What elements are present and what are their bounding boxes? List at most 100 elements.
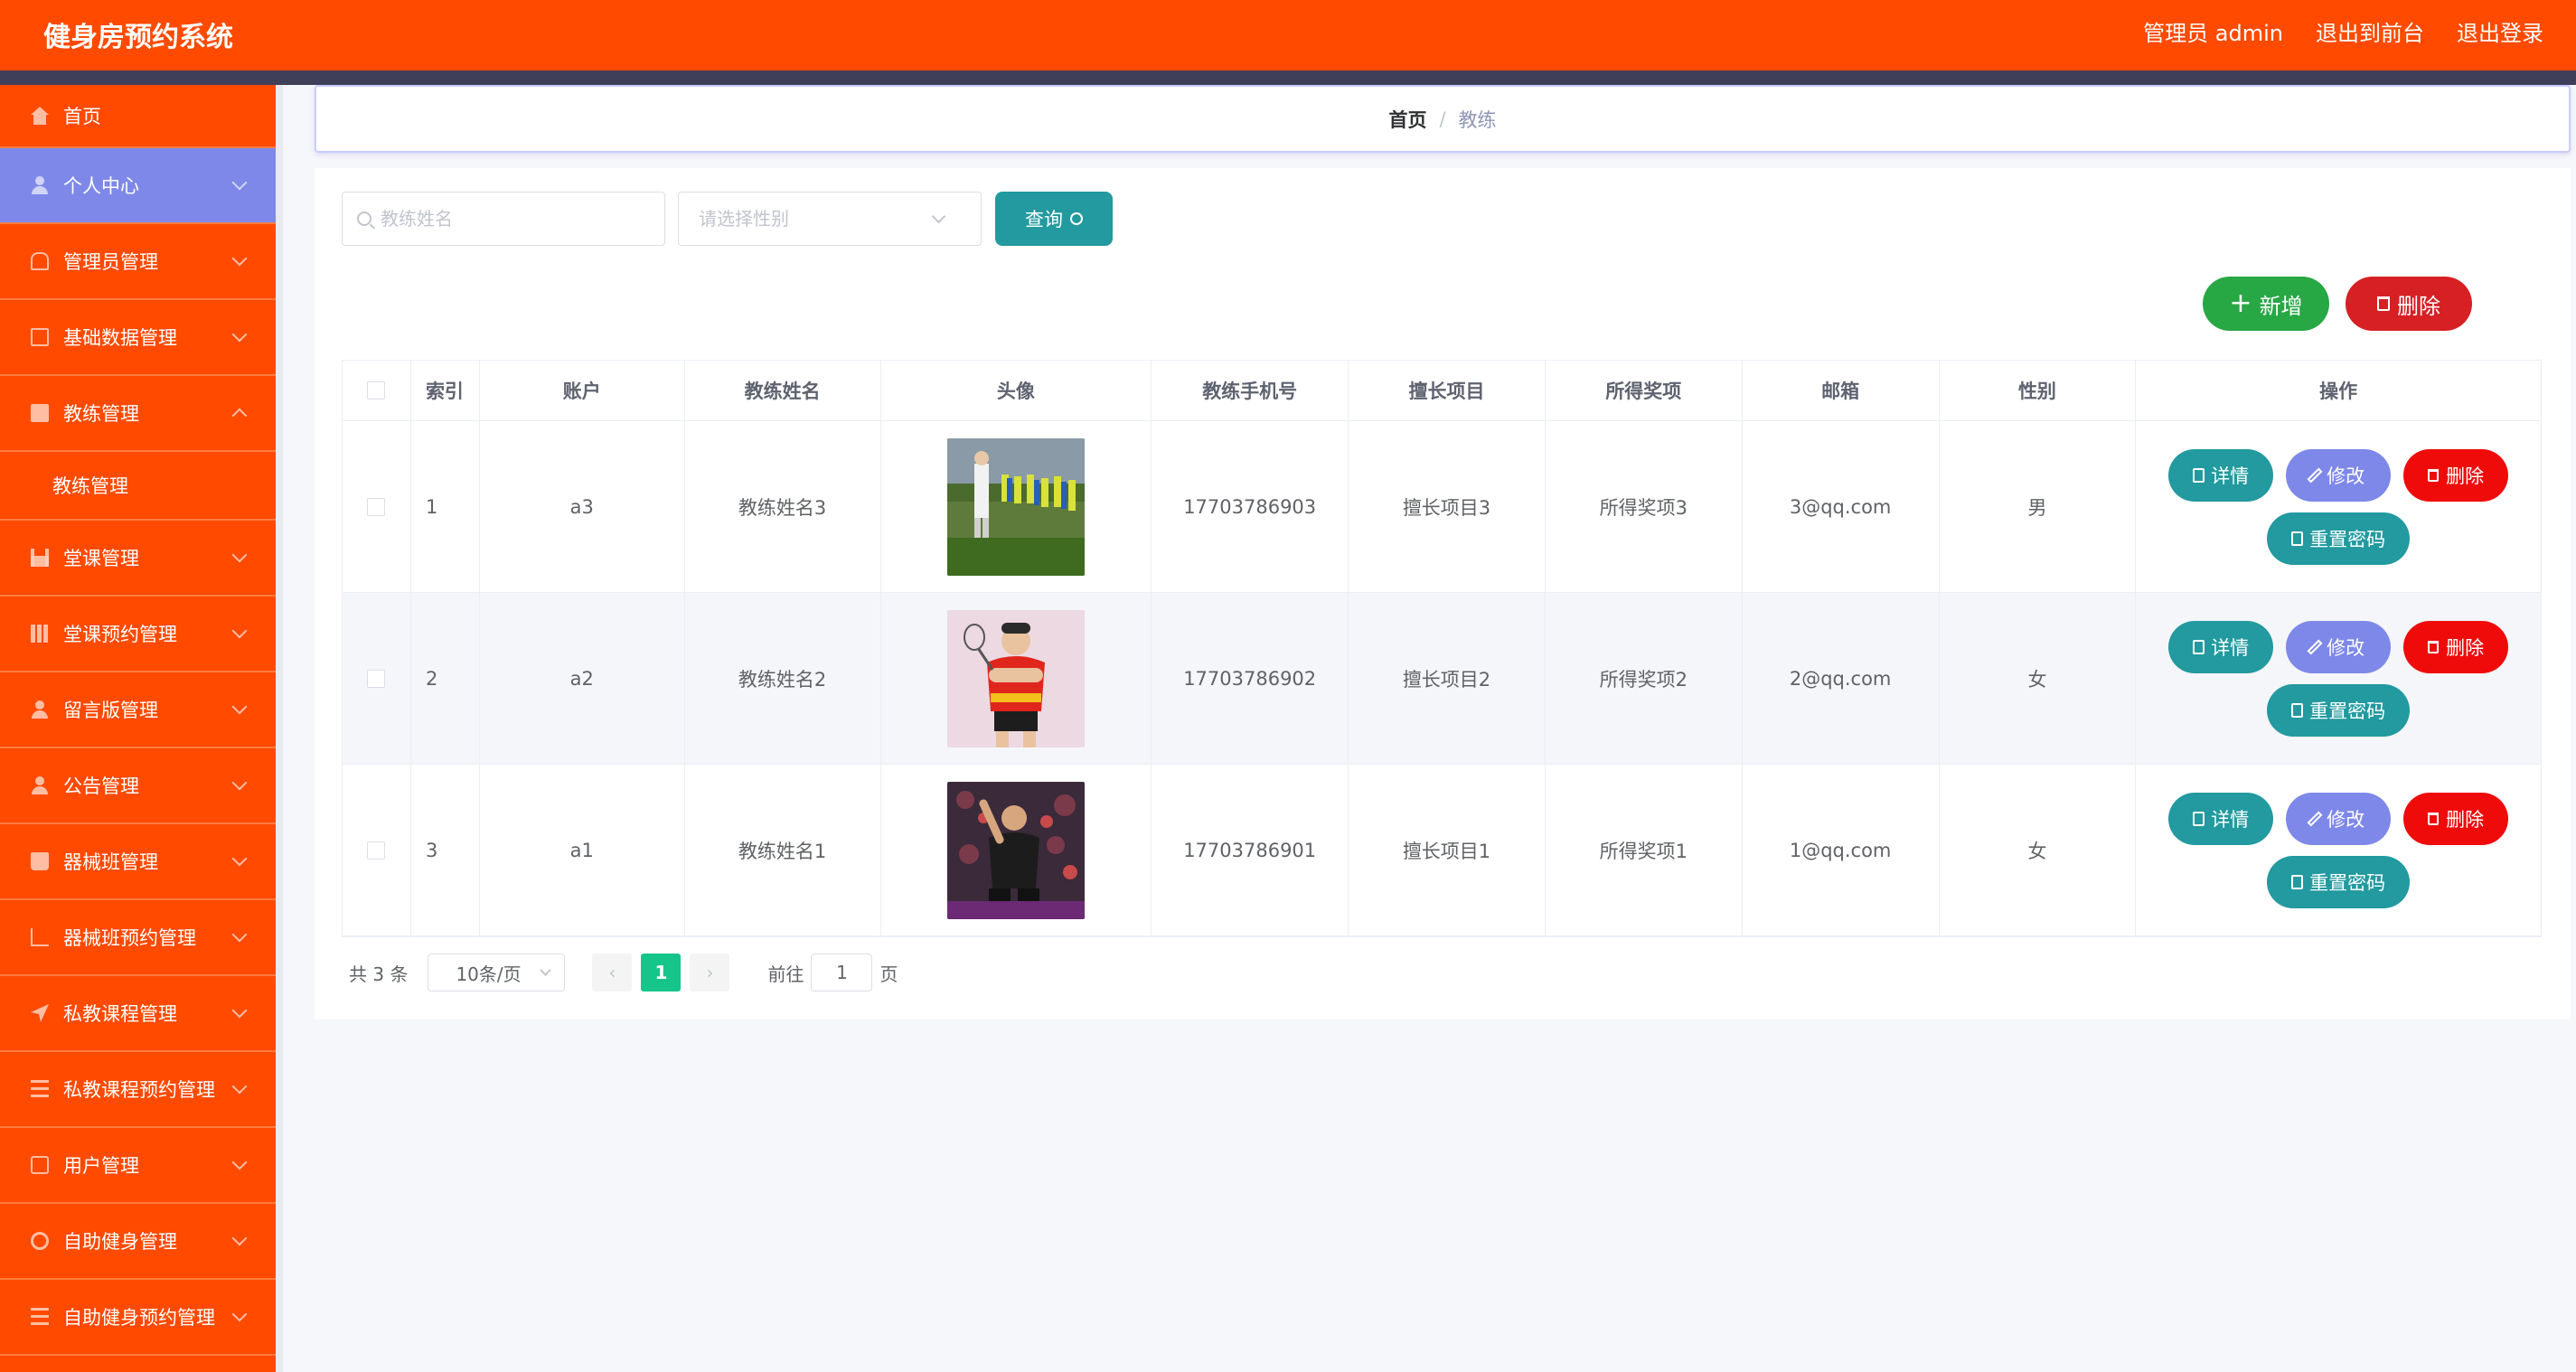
actions-cell: 详情 修改 删除 重置密码 [2136, 421, 2541, 592]
coach-name-cell: 教练姓名2 [685, 593, 881, 764]
page-number-button[interactable]: 1 [641, 954, 682, 991]
sidebar-item-label: 自助健身管理 [63, 1231, 177, 1253]
go-to-frontend-link[interactable]: 退出到前台 [2316, 15, 2424, 47]
copy-icon [31, 328, 49, 346]
skill-cell: 擅长项目2 [1349, 593, 1546, 764]
delete-button[interactable]: 删除 [2403, 448, 2509, 502]
chevron-left-icon: ‹ [608, 962, 616, 983]
jump-prefix: 前往 [767, 963, 804, 985]
detail-button[interactable]: 详情 [2168, 620, 2274, 673]
sidebar-item-label: 首页 [63, 106, 101, 127]
sidebar-item-self-fitness-booking[interactable]: 自助健身预约管理 [0, 1280, 276, 1356]
edit-button[interactable]: 修改 [2286, 448, 2392, 502]
reset-password-button[interactable]: 重置密码 [2267, 855, 2411, 908]
search-icon [357, 211, 371, 226]
admin-user-link[interactable]: 管理员 admin [2143, 15, 2283, 47]
actions-cell: 详情 修改 删除 重置密码 [2136, 765, 2541, 935]
breadcrumb-home[interactable]: 首页 [1388, 106, 1426, 133]
coach-name-search[interactable] [342, 192, 665, 246]
sidebar-item-message-board[interactable]: 留言版管理 [0, 672, 276, 748]
select-all-checkbox[interactable] [367, 381, 386, 399]
edit-button[interactable]: 修改 [2286, 792, 2392, 845]
reset-password-button[interactable]: 重置密码 [2267, 512, 2411, 565]
grid-icon [31, 625, 49, 643]
sidebar-item-user-management[interactable]: 用户管理 [0, 1128, 276, 1204]
column-header: 头像 [881, 361, 1152, 420]
chevron-down-icon [231, 1306, 248, 1322]
column-header: 性别 [1940, 361, 2137, 420]
query-button[interactable]: 查询 [995, 192, 1113, 246]
sidebar-subitem-coach-management[interactable]: 教练管理 [0, 452, 276, 521]
sidebar-item-home[interactable]: 首页 [0, 85, 276, 148]
delete-button[interactable]: 删除 [2403, 620, 2509, 673]
edit-icon [2307, 467, 2323, 483]
sidebar-item-self-fitness[interactable]: 自助健身管理 [0, 1204, 276, 1280]
sex-select[interactable] [678, 192, 982, 246]
phone-cell: 17703786903 [1152, 421, 1349, 592]
coach-name-input[interactable] [381, 208, 652, 230]
batch-delete-button[interactable]: 删除 [2346, 277, 2472, 331]
sidebar-item-admin-management[interactable]: 管理员管理 [0, 224, 276, 300]
user-icon [31, 700, 49, 719]
column-header: 教练手机号 [1152, 361, 1349, 420]
row-checkbox[interactable] [367, 669, 386, 688]
edit-button[interactable]: 修改 [2286, 620, 2392, 673]
table-row: 2 a2 教练姓名2 17703786902 擅长项目2 所得奖项2 2@qq.… [343, 593, 2541, 765]
sidebar-item-private-course[interactable]: 私教课程管理 [0, 976, 276, 1052]
sex-select-input[interactable] [699, 208, 934, 230]
page-size-select[interactable]: 10条/页 [428, 954, 566, 991]
sidebar-item-coach-management[interactable]: 教练管理 [0, 376, 276, 452]
header-divider-strip [0, 70, 2576, 85]
trash-icon [2377, 296, 2390, 311]
trash-icon [2428, 468, 2440, 482]
logout-link[interactable]: 退出登录 [2457, 15, 2543, 47]
chevron-down-icon [231, 174, 248, 191]
sidebar-item-basic-data[interactable]: 基础数据管理 [0, 300, 276, 376]
email-cell: 3@qq.com [1743, 421, 1940, 592]
next-page-button[interactable]: › [690, 954, 730, 991]
sex-cell: 女 [1940, 593, 2137, 764]
chevron-down-icon [231, 547, 248, 563]
chart-icon [31, 549, 49, 567]
delete-label: 删除 [2446, 808, 2485, 831]
clipboard-icon [31, 1156, 49, 1174]
sidebar-item-label: 教练管理 [63, 403, 139, 425]
pagination: 共 3 条 10条/页 ‹ 1 › 前往 页 [349, 954, 898, 991]
add-button[interactable]: + 新增 [2203, 277, 2329, 331]
reset-label: 重置密码 [2309, 528, 2386, 550]
sidebar-item-class-management[interactable]: 堂课管理 [0, 521, 276, 597]
sidebar-item-equipment-booking[interactable]: 器械班预约管理 [0, 900, 276, 976]
reset-password-button[interactable]: 重置密码 [2267, 683, 2411, 737]
sidebar-item-profile[interactable]: 个人中心 [0, 148, 276, 224]
avatar[interactable] [946, 437, 1085, 576]
table-row: 3 a1 教练姓名1 17703786901 擅长项目1 所得奖项1 1@qq.… [343, 765, 2541, 936]
delete-button[interactable]: 删除 [2403, 792, 2509, 845]
chevron-down-icon [931, 209, 946, 223]
row-checkbox[interactable] [367, 497, 386, 516]
table-header-row: 索引 账户 教练姓名 头像 教练手机号 擅长项目 所得奖项 邮箱 性别 操作 [343, 361, 2541, 421]
detail-button[interactable]: 详情 [2168, 792, 2274, 845]
page-jump-input[interactable] [811, 954, 873, 991]
detail-button[interactable]: 详情 [2168, 448, 2274, 502]
column-header: 擅长项目 [1349, 361, 1546, 420]
breadcrumb-separator: / [1439, 108, 1446, 130]
avatar-cell [881, 765, 1152, 935]
header-select-all-cell [343, 361, 411, 420]
row-actions-line: 详情 修改 删除 [2168, 448, 2509, 502]
sidebar-item-private-course-booking[interactable]: 私教课程预约管理 [0, 1052, 276, 1128]
sidebar-item-equipment-class[interactable]: 器械班管理 [0, 824, 276, 900]
chevron-down-icon [231, 1078, 248, 1095]
column-header: 邮箱 [1743, 361, 1940, 420]
edit-label: 修改 [2327, 636, 2365, 659]
avatar[interactable] [946, 609, 1085, 747]
avatar[interactable] [946, 781, 1085, 919]
sidebar-item-class-booking[interactable]: 堂课预约管理 [0, 597, 276, 672]
document-icon [2193, 811, 2205, 826]
briefcase-icon [31, 404, 49, 422]
chevron-down-icon [231, 326, 248, 343]
index-cell: 3 [411, 765, 480, 935]
prev-page-button[interactable]: ‹ [592, 954, 633, 991]
row-checkbox[interactable] [367, 841, 386, 860]
sidebar-item-label: 公告管理 [63, 775, 139, 797]
sidebar-item-notice[interactable]: 公告管理 [0, 748, 276, 824]
